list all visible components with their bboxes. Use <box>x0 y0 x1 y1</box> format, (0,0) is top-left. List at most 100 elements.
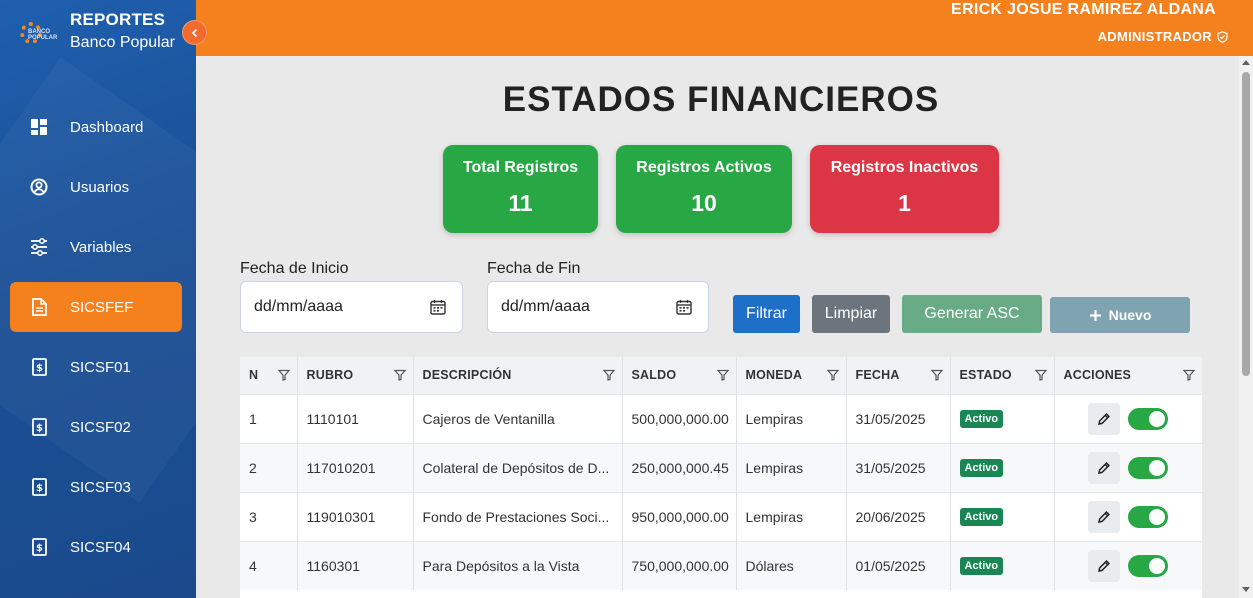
status-toggle[interactable] <box>1127 554 1168 577</box>
sidebar-item-sicsf01[interactable]: $ SICSF01 <box>10 342 182 392</box>
status-toggle[interactable] <box>1127 505 1168 528</box>
column-header-estado[interactable]: ESTADO <box>950 357 1055 394</box>
status-toggle[interactable] <box>1127 407 1168 430</box>
sidebar-item-label: SICSF01 <box>70 358 131 376</box>
generate-asc-button[interactable]: Generar ASC <box>902 295 1042 333</box>
filter-icon[interactable] <box>277 369 290 381</box>
top-header: ERICK JOSUE RAMIREZ ALDANA ADMINISTRADOR <box>196 0 1253 56</box>
sidebar-item-sicsf03[interactable]: $ SICSF03 <box>10 462 182 512</box>
cell-acciones <box>1054 491 1202 541</box>
table-row: 1 1110101 Cajeros de Ventanilla 500,000,… <box>240 393 1202 443</box>
scroll-up-arrow-icon[interactable] <box>1242 60 1250 65</box>
column-header-fecha[interactable]: FECHA <box>846 357 951 394</box>
end-date-input[interactable]: dd/mm/aaaa <box>487 281 709 333</box>
filter-icon[interactable] <box>1034 369 1047 381</box>
cell-acciones <box>1054 540 1202 590</box>
clear-button[interactable]: Limpiar <box>812 295 890 333</box>
filter-icon[interactable] <box>930 369 943 381</box>
sidebar-item-sicsfef[interactable]: SICSFEF <box>10 282 182 332</box>
chevron-left-icon <box>191 28 197 37</box>
edit-button[interactable] <box>1087 451 1120 484</box>
cell-saldo: 950,000,000.00 <box>622 491 737 541</box>
shield-check-icon <box>1217 30 1228 43</box>
cell-estado: Activo <box>950 442 1055 492</box>
column-header-saldo[interactable]: SALDO <box>622 357 737 394</box>
brand[interactable]: BANCO POPULAR REPORTES Banco Popular <box>18 10 175 56</box>
column-header-acciones[interactable]: ACCIONES <box>1054 357 1202 394</box>
brand-subtitle: Banco Popular <box>70 34 175 51</box>
cell-n: 1 <box>240 393 298 443</box>
filter-icon[interactable] <box>826 369 839 381</box>
edit-button[interactable] <box>1087 402 1120 435</box>
cell-fecha: 31/05/2025 <box>846 442 951 492</box>
brand-title: REPORTES <box>70 10 166 29</box>
new-button[interactable]: Nuevo <box>1050 297 1190 333</box>
sliders-icon <box>30 238 48 256</box>
start-date-placeholder: dd/mm/aaaa <box>254 298 343 315</box>
filter-icon[interactable] <box>1182 369 1195 381</box>
table-row: 4 1160301 Para Depósitos a la Vista 750,… <box>240 540 1202 590</box>
table-header-row: N RUBRO DESCRIPCIÓN SALDO MONEDA FECHA E… <box>240 357 1202 394</box>
stat-label: Registros Activos <box>636 159 772 176</box>
cell-fecha: 20/06/2025 <box>846 491 951 541</box>
sidebar-item-sicsf04[interactable]: $ SICSF04 <box>10 522 182 572</box>
cell-descripcion: Cajeros de Ventanilla <box>413 393 623 443</box>
edit-button[interactable] <box>1087 549 1120 582</box>
svg-text:$: $ <box>36 363 43 374</box>
column-header-rubro[interactable]: RUBRO <box>297 357 414 394</box>
cell-moneda: Dólares <box>736 540 847 590</box>
sidebar-item-sicsf02[interactable]: $ SICSF02 <box>10 402 182 452</box>
start-date-label: Fecha de Inicio <box>240 260 349 277</box>
page-title: ESTADOS FINANCIEROS <box>502 80 940 119</box>
edit-button[interactable] <box>1087 500 1120 533</box>
filter-icon[interactable] <box>393 369 406 381</box>
collapse-sidebar-button[interactable] <box>182 20 207 45</box>
stat-label: Registros Inactivos <box>830 159 979 176</box>
svg-text:$: $ <box>36 483 43 494</box>
sidebar-item-variables[interactable]: Variables <box>10 222 182 272</box>
cell-n: 3 <box>240 491 298 541</box>
new-button-label: Nuevo <box>1108 307 1152 323</box>
cell-moneda: Lempiras <box>736 491 847 541</box>
start-date-input[interactable]: dd/mm/aaaa <box>240 281 463 333</box>
calendar-icon[interactable] <box>676 299 692 315</box>
cell-rubro: 117010201 <box>297 442 414 492</box>
cell-acciones <box>1054 393 1202 443</box>
sidebar-item-dashboard[interactable]: Dashboard <box>10 102 182 152</box>
cell-descripcion: Colateral de Depósitos de D... <box>413 442 623 492</box>
stat-card-inactive: Registros Inactivos 1 <box>810 145 999 233</box>
sidebar-item-usuarios[interactable]: Usuarios <box>10 162 182 212</box>
column-header-descripcion[interactable]: DESCRIPCIÓN <box>413 357 623 394</box>
status-toggle[interactable] <box>1127 456 1168 479</box>
scroll-down-arrow-icon[interactable] <box>1242 587 1250 592</box>
sidebar-item-label: SICSF02 <box>70 418 131 436</box>
calendar-icon[interactable] <box>430 299 446 315</box>
filter-icon[interactable] <box>602 369 615 381</box>
cell-fecha: 01/05/2025 <box>846 540 951 590</box>
pencil-icon <box>1097 461 1110 474</box>
cell-acciones <box>1054 442 1202 492</box>
sidebar: BANCO POPULAR REPORTES Banco Popular Das… <box>0 0 196 598</box>
records-table: N RUBRO DESCRIPCIÓN SALDO MONEDA FECHA E… <box>240 357 1202 598</box>
column-header-moneda[interactable]: MONEDA <box>736 357 847 394</box>
sidebar-item-label: Variables <box>70 238 132 256</box>
page-scrollbar[interactable] <box>1239 56 1253 598</box>
bank-logo: BANCO POPULAR <box>18 16 58 56</box>
stat-value: 10 <box>691 190 717 216</box>
stat-card-total: Total Registros 11 <box>443 145 598 233</box>
stat-label: Total Registros <box>462 159 579 176</box>
cell-fecha: 31/05/2025 <box>846 393 951 443</box>
svg-text:$: $ <box>36 543 43 554</box>
document-icon <box>30 298 48 316</box>
stat-value: 11 <box>508 190 533 216</box>
scroll-thumb[interactable] <box>1242 72 1250 376</box>
cell-saldo: 500,000,000.00 <box>622 393 737 443</box>
filter-button[interactable]: Filtrar <box>733 295 800 333</box>
pencil-icon <box>1097 559 1110 572</box>
column-header-n[interactable]: N <box>240 357 298 394</box>
cell-estado: Activo <box>950 540 1055 590</box>
sidebar-item-label: SICSF04 <box>70 538 131 556</box>
user-role: ADMINISTRADOR <box>1098 29 1228 44</box>
money-file-icon: $ <box>30 478 48 496</box>
filter-icon[interactable] <box>716 369 729 381</box>
